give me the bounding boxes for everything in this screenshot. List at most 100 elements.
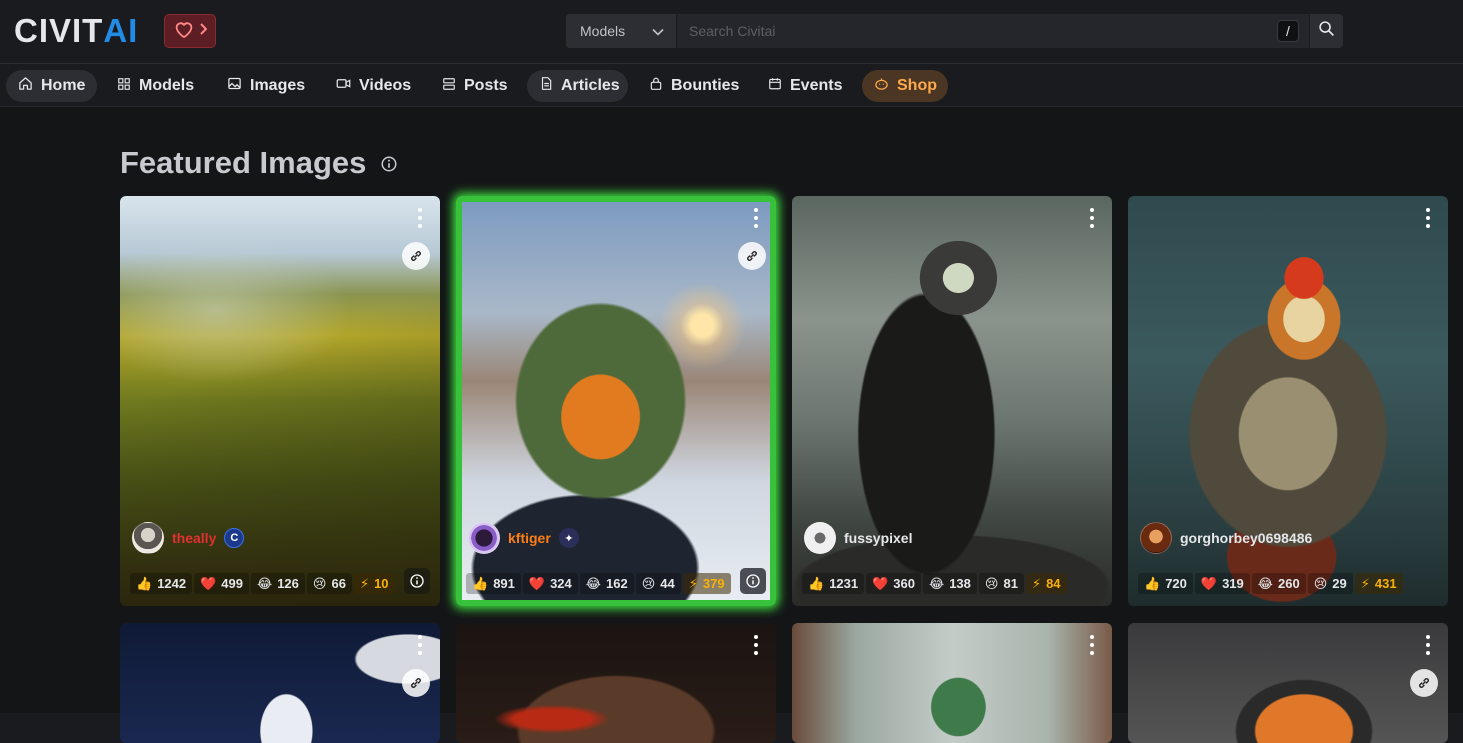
heart-count: 360 [893,576,915,591]
search-input[interactable] [677,14,1309,48]
link-icon[interactable] [402,242,430,270]
cry-icon: 😢 [1313,576,1328,591]
avatar[interactable] [468,522,500,554]
creator-badge-icon: ✦ [558,528,579,548]
nav-videos[interactable]: Videos [324,70,423,102]
bolt-icon: ⚡ [688,576,698,591]
more-options-icon[interactable] [1424,633,1432,657]
image-card[interactable] [792,623,1112,743]
cry-reaction[interactable]: 😢 66 [306,573,352,594]
like-reaction[interactable]: 👍 891 [466,573,521,594]
search-type-select[interactable]: Models [566,14,677,48]
chevron-down-icon [652,23,664,39]
card-user[interactable]: theally C [132,522,245,554]
buzz-tip[interactable]: ⚡ 431 [1354,573,1403,594]
cry-reaction[interactable]: 😢 29 [1307,573,1353,594]
card-image[interactable] [792,623,1112,743]
avatar[interactable] [132,522,164,554]
info-circle-icon[interactable] [380,145,398,181]
username[interactable]: gorghorbey0698486 [1180,530,1312,546]
more-options-icon[interactable] [1088,206,1096,230]
more-options-icon[interactable] [752,633,760,657]
search-shortcut-kbd: / [1277,20,1299,42]
buzz-count: 431 [1374,576,1397,591]
nav-shop[interactable]: Shop [862,70,948,102]
image-info-button[interactable] [404,568,430,594]
buzz-tip[interactable]: ⚡ 10 [353,573,395,594]
more-options-icon[interactable] [752,206,760,230]
link-icon[interactable] [738,242,766,270]
avatar[interactable] [804,522,836,554]
civitai-logo[interactable]: CIVIT AI [14,14,138,47]
more-options-icon[interactable] [416,206,424,230]
card-image[interactable] [1128,623,1448,743]
card-image[interactable] [456,623,776,743]
card-image[interactable] [120,623,440,743]
cry-reaction[interactable]: 😢 44 [635,573,681,594]
cry-count: 29 [1332,576,1347,591]
image-card[interactable] [120,623,440,743]
buzz-tip[interactable]: ⚡ 379 [682,573,731,594]
nav-home[interactable]: Home [6,70,97,102]
nav-models[interactable]: Models [105,70,206,102]
image-card[interactable]: fussypixel 👍 1231 ❤️ 360 😂 138 😢 81 ⚡ 84 [792,196,1112,606]
nav-images-label: Images [250,77,306,94]
cry-reaction[interactable]: 😢 81 [978,573,1024,594]
laugh-reaction[interactable]: 😂 162 [579,573,634,594]
support-button[interactable] [164,14,216,48]
laugh-icon: 😂 [929,576,945,591]
card-user[interactable]: fussypixel [804,522,912,554]
laugh-reaction[interactable]: 😂 138 [923,573,977,594]
reaction-bar: 👍 1242 ❤️ 499 😂 126 😢 66 ⚡ 10 [130,573,395,594]
card-user[interactable]: kftiger ✦ [468,522,579,554]
nav-shop-label: Shop [897,77,937,94]
image-card[interactable]: theally C 👍 1242 ❤️ 499 😂 126 😢 66 ⚡ 10 [120,196,440,606]
buzz-tip[interactable]: ⚡ 84 [1025,573,1067,594]
laugh-reaction[interactable]: 😂 260 [1251,573,1306,594]
image-info-button[interactable] [740,568,766,594]
like-count: 1231 [829,576,859,591]
image-card[interactable] [1128,623,1448,743]
heart-reaction[interactable]: ❤️ 360 [866,573,921,594]
reaction-bar: 👍 720 ❤️ 319 😂 260 😢 29 ⚡ 431 [1138,573,1403,594]
more-options-icon[interactable] [416,633,424,657]
more-options-icon[interactable] [1088,633,1096,657]
like-reaction[interactable]: 👍 1231 [802,573,865,594]
heart-emoji-icon: ❤️ [528,576,546,591]
like-reaction[interactable]: 👍 720 [1138,573,1193,594]
image-card-featured[interactable]: kftiger ✦ 👍 891 ❤️ 324 😂 162 😢 44 ⚡ 379 [456,196,776,606]
image-card[interactable]: gorghorbey0698486 👍 720 ❤️ 319 😂 260 😢 29 ⚡ 4… [1128,196,1448,606]
cry-icon: 😢 [312,576,327,591]
more-options-icon[interactable] [1424,206,1432,230]
username[interactable]: kftiger [508,530,551,546]
link-icon[interactable] [402,669,430,697]
nav-images[interactable]: Images [215,70,317,102]
nav-articles[interactable]: Articles [527,70,628,102]
thumbs-up-icon: 👍 [472,576,489,591]
photo-icon [227,76,242,96]
card-user[interactable]: gorghorbey0698486 [1140,522,1312,554]
like-count: 1242 [157,576,187,591]
laugh-count: 126 [277,576,299,591]
link-icon[interactable] [1410,669,1438,697]
username[interactable]: fussypixel [844,530,912,546]
heart-emoji-icon: ❤️ [200,576,217,591]
calendar-icon [768,76,782,96]
like-reaction[interactable]: 👍 1242 [130,573,193,594]
heart-reaction[interactable]: ❤️ 319 [1194,573,1250,594]
nav-events-label: Events [790,77,843,94]
nav-events[interactable]: Events [756,70,854,102]
search-button[interactable] [1309,14,1343,48]
creator-badge-icon: C [224,528,245,548]
laugh-reaction[interactable]: 😂 126 [251,573,305,594]
cry-icon: 😢 [641,576,656,591]
image-card[interactable] [456,623,776,743]
avatar[interactable] [1140,522,1172,554]
nav-bounties-label: Bounties [671,77,740,94]
nav-bounties[interactable]: Bounties [637,70,751,102]
username[interactable]: theally [172,530,216,546]
heart-icon [174,20,194,43]
heart-reaction[interactable]: ❤️ 499 [194,573,249,594]
nav-posts[interactable]: Posts [430,70,520,102]
heart-reaction[interactable]: ❤️ 324 [522,573,578,594]
